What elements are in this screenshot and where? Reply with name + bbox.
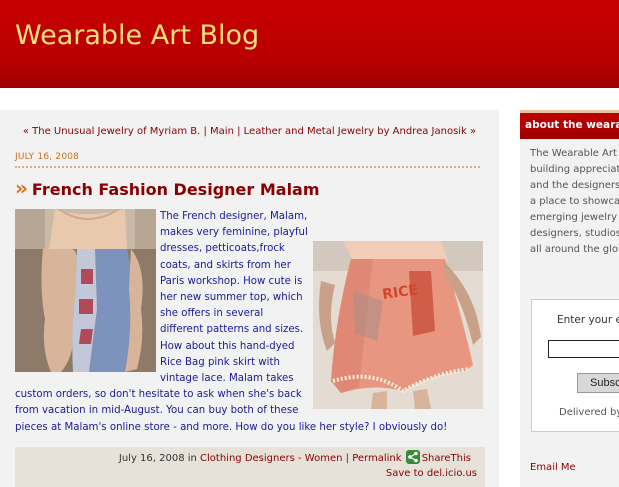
nav-next-suffix: »: [466, 126, 477, 137]
post-footer: July 16, 2008 in Clothing Designers - Wo…: [15, 447, 485, 487]
subscribe-button[interactable]: Subscribe: [577, 373, 619, 393]
sidebar-heading-text: about the wearable art blog: [525, 119, 619, 131]
post-title-text[interactable]: French Fashion Designer Malam: [32, 180, 320, 199]
dotted-divider: [15, 166, 480, 168]
prev-post-link[interactable]: The Unusual Jewelry of Myriam B.: [32, 126, 200, 137]
email-input[interactable]: [548, 340, 619, 358]
share-icon[interactable]: [405, 450, 420, 464]
next-post-link[interactable]: Leather and Metal Jewelry by Andrea Jano…: [244, 126, 467, 137]
post-navigation: « The Unusual Jewelry of Myriam B. | Mai…: [0, 126, 499, 137]
subscribe-widget: Enter your email address: Subscribe Deli…: [531, 299, 619, 432]
posted-label: July 16, 2008 in: [118, 453, 201, 464]
site-header: Wearable Art Blog: [0, 0, 619, 88]
permalink-link[interactable]: Permalink: [352, 453, 401, 464]
main-content: « The Unusual Jewelry of Myriam B. | Mai…: [0, 110, 499, 487]
feedburner-credit: Delivered by FeedBurner: [559, 407, 619, 418]
category-link[interactable]: Clothing Designers - Women: [200, 453, 342, 464]
email-me-link[interactable]: Email Me: [530, 462, 576, 473]
site-title[interactable]: Wearable Art Blog: [15, 20, 259, 51]
nav-separator: |: [200, 126, 211, 137]
photo-skirt-image: RICE: [313, 241, 485, 409]
delicious-link[interactable]: Save to del.icio.us: [386, 468, 477, 479]
meta-separator: |: [342, 453, 353, 464]
nav-prev-prefix: «: [22, 126, 33, 137]
email-label: Enter your email address:: [557, 314, 619, 326]
photo-top-svg: [15, 208, 156, 372]
post-body-wrap: RICE The French designer, Malam, makes v…: [15, 208, 485, 436]
post-meta: July 16, 2008 in Clothing Designers - Wo…: [119, 450, 471, 464]
sidebar: The Wearable Art Blog is dedicated to bu…: [520, 139, 619, 487]
sidebar-about-text: The Wearable Art Blog is dedicated to bu…: [530, 148, 619, 255]
post-date: JULY 16, 2008: [15, 152, 80, 162]
photo-skirt-svg: RICE: [313, 241, 483, 409]
sidebar-heading: about the wearable art blog: [520, 113, 619, 139]
share-this-link[interactable]: ShareThis: [422, 453, 471, 464]
nav-separator: |: [233, 126, 244, 137]
post-title[interactable]: » French Fashion Designer Malam: [15, 176, 320, 200]
main-link[interactable]: Main: [210, 126, 234, 137]
photo-top-image: [15, 208, 156, 372]
title-marker: »: [15, 176, 28, 200]
